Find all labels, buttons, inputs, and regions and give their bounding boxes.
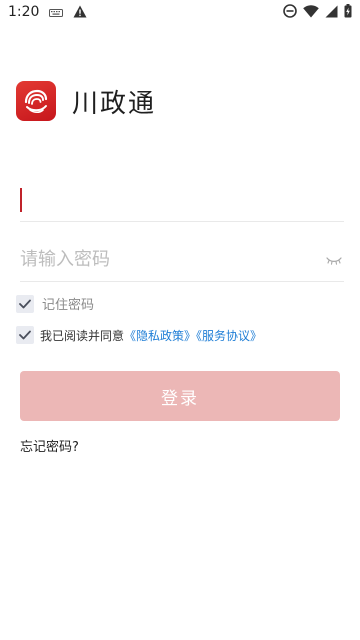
username-input[interactable] [22, 179, 302, 220]
login-button[interactable]: 登录 [20, 371, 340, 421]
checkmark-icon [19, 299, 31, 308]
app-logo [16, 81, 56, 121]
agreement-text: 我已阅读并同意《隐私政策》《服务协议》 [40, 327, 262, 344]
agreement-checkbox[interactable] [16, 326, 34, 344]
remember-password-row[interactable]: 记住密码 [16, 294, 94, 313]
agreement-prefix: 我已阅读并同意 [40, 328, 125, 343]
app-header: 川政通 [16, 81, 156, 121]
wifi-icon [303, 3, 319, 22]
battery-charging-icon [344, 3, 352, 22]
password-field[interactable] [20, 238, 344, 282]
username-field[interactable] [20, 178, 344, 222]
status-bar-left: 1:20 [8, 3, 87, 22]
status-bar: 1:20 [0, 0, 360, 24]
service-agreement-link[interactable]: 《服务协议》 [196, 329, 262, 343]
status-bar-right [283, 3, 352, 22]
keyboard-icon [49, 3, 64, 22]
app-title: 川政通 [72, 88, 157, 119]
remember-password-checkbox[interactable] [16, 294, 34, 313]
warning-icon [73, 3, 87, 22]
password-input[interactable] [20, 239, 300, 280]
signal-icon [325, 3, 338, 22]
remember-password-label: 记住密码 [42, 298, 95, 313]
forgot-password-link[interactable]: 忘记密码? [20, 436, 79, 455]
privacy-policy-link[interactable]: 《隐私政策》 [124, 329, 196, 343]
checkmark-icon [19, 330, 31, 340]
eye-closed-icon[interactable] [326, 252, 342, 266]
status-time: 1:20 [8, 4, 40, 20]
do-not-disturb-icon [283, 3, 297, 22]
logo-mark-icon [24, 89, 48, 114]
login-screen: 1:20 川政通 记住密码 我已阅读并同意《隐私政策》《服务协议》 登录 忘记密… [0, 0, 360, 640]
agreement-row: 我已阅读并同意《隐私政策》《服务协议》 [16, 326, 262, 344]
